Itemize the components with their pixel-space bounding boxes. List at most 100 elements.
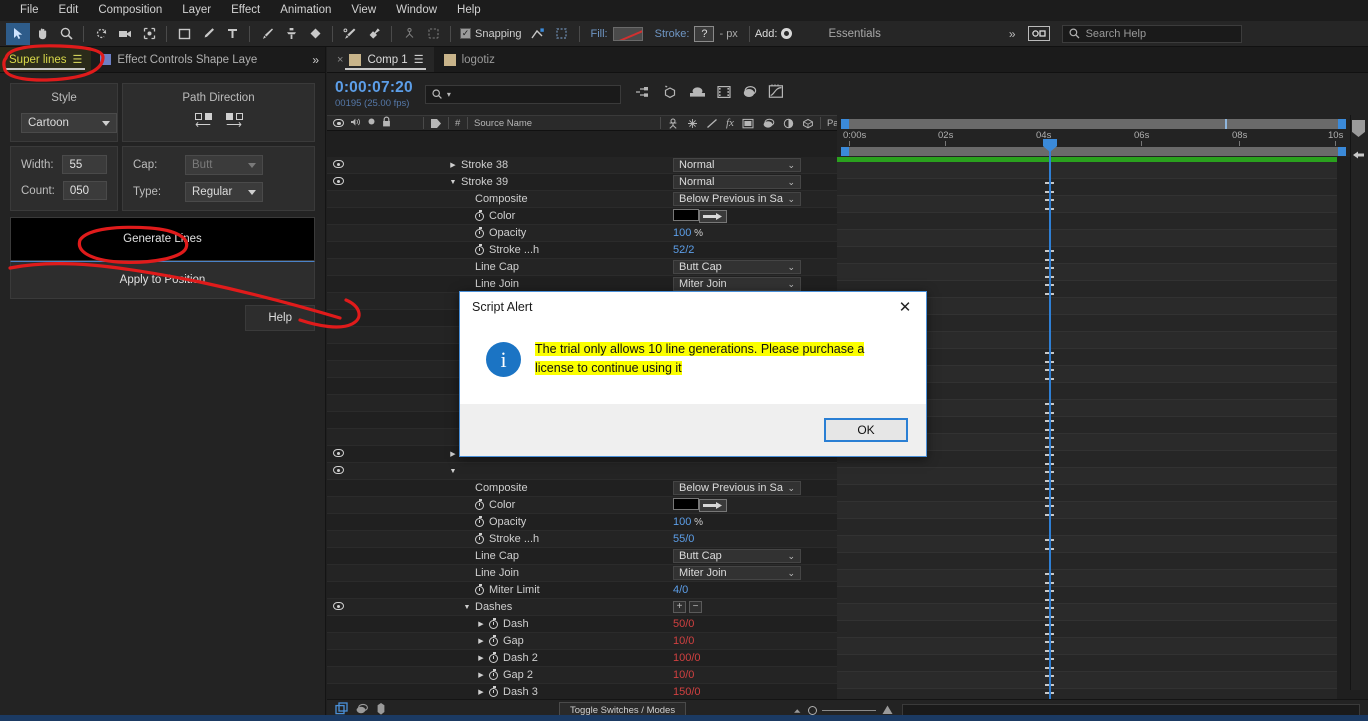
shape-mask-tool-icon[interactable] — [421, 23, 445, 45]
eye-icon[interactable] — [327, 176, 349, 188]
eye-icon[interactable] — [327, 465, 349, 477]
eye-icon[interactable] — [327, 601, 349, 613]
menu-item-animation[interactable]: Animation — [270, 0, 341, 21]
table-row[interactable]: Miter Limit 4/0 — [327, 582, 837, 599]
add-dash-button[interactable]: + — [673, 601, 686, 613]
table-row[interactable]: ▶ Gap 10/0 — [327, 633, 837, 650]
color-swatch[interactable] — [673, 497, 699, 510]
stopwatch-icon[interactable] — [489, 669, 498, 680]
workspace-name[interactable]: Essentials — [828, 28, 880, 40]
tab-effect-controls[interactable]: Effect Controls Shape Laye — [91, 47, 266, 72]
numeric-value[interactable]: 50/0 — [673, 618, 694, 630]
graph-row[interactable] — [837, 213, 1337, 230]
graph-row[interactable] — [837, 468, 1337, 485]
value-dropdown[interactable]: Miter Join ⌄ — [673, 566, 801, 580]
puppet-pin-tool-icon[interactable] — [362, 23, 386, 45]
twirl-right-icon[interactable]: ▶ — [445, 161, 461, 169]
twirl-right-icon[interactable]: ▶ — [473, 654, 489, 662]
zoom-knob[interactable] — [808, 706, 818, 715]
apply-to-position-button[interactable]: Apply to Position — [10, 261, 315, 299]
work-area-end-handle-2[interactable] — [1338, 147, 1346, 156]
left-panel-expand-icon[interactable]: » — [304, 47, 325, 72]
help-button[interactable]: Help — [245, 305, 315, 331]
eye-icon[interactable] — [327, 448, 349, 460]
numeric-value[interactable]: 52/2 — [673, 244, 694, 256]
row-name[interactable]: Dash 2 — [489, 652, 673, 664]
stopwatch-icon[interactable] — [475, 533, 484, 544]
snap-vertex-icon[interactable] — [526, 23, 550, 45]
timeline-panel-menu-icon[interactable]: ☰ — [414, 53, 424, 66]
menu-item-view[interactable]: View — [341, 0, 386, 21]
twirl-right-icon[interactable]: ▶ — [473, 637, 489, 645]
value-dropdown[interactable]: Normal ⌄ — [673, 158, 801, 172]
row-value[interactable]: Miter Join ⌄ — [673, 277, 837, 291]
row-value[interactable]: Miter Join ⌄ — [673, 566, 837, 580]
table-row[interactable]: Opacity 100 % — [327, 514, 837, 531]
motion-blur-icon[interactable] — [717, 85, 731, 104]
roto-brush-tool-icon[interactable] — [338, 23, 362, 45]
mask-tool-icon[interactable] — [397, 23, 421, 45]
work-area-bar-top[interactable] — [841, 119, 1346, 129]
stopwatch-icon[interactable] — [475, 516, 484, 527]
pen-tool-icon[interactable] — [196, 23, 220, 45]
table-row[interactable]: Color — [327, 208, 837, 225]
row-value[interactable]: 100/0 — [673, 652, 837, 664]
stopwatch-icon[interactable] — [489, 635, 498, 646]
numeric-value[interactable]: 55/0 — [673, 533, 694, 545]
type-tool-icon[interactable] — [220, 23, 244, 45]
table-row[interactable]: Line Cap Butt Cap ⌄ — [327, 259, 837, 276]
graph-row[interactable] — [837, 638, 1337, 655]
close-icon[interactable]: × — [337, 54, 343, 66]
graph-row[interactable] — [837, 587, 1337, 604]
table-row[interactable]: Composite Below Previous in Sa ⌄ — [327, 480, 837, 497]
menu-item-file[interactable]: File — [10, 0, 49, 21]
twirl-down-icon[interactable]: ▼ — [445, 468, 461, 475]
work-area-bar-bottom[interactable] — [841, 147, 1346, 156]
stroke-control[interactable]: Stroke: ? - px — [649, 25, 744, 42]
playhead-line[interactable] — [1049, 145, 1051, 721]
row-name[interactable]: Stroke ...h — [475, 533, 673, 545]
row-value[interactable]: Below Previous in Sa ⌄ — [673, 192, 837, 206]
stopwatch-icon[interactable] — [475, 499, 484, 510]
graph-row[interactable] — [837, 502, 1337, 519]
graph-row[interactable] — [837, 247, 1337, 264]
row-name[interactable]: Dashes — [475, 601, 673, 613]
row-value[interactable] — [673, 497, 837, 513]
twirl-right-icon[interactable]: ▶ — [473, 620, 489, 628]
panel-menu-icon[interactable]: ☰ — [73, 53, 83, 66]
timecode-display[interactable]: 0:00:07:20 00195 (25.00 fps) — [335, 79, 413, 109]
stopwatch-icon[interactable] — [475, 584, 484, 595]
row-name[interactable]: Miter Limit — [475, 584, 673, 596]
stopwatch-icon[interactable] — [475, 210, 484, 221]
twirl-down-icon[interactable]: ▼ — [459, 604, 475, 611]
stopwatch-icon[interactable] — [475, 227, 484, 238]
row-value[interactable]: 150/0 — [673, 686, 837, 698]
row-value[interactable]: 4/0 — [673, 584, 837, 596]
row-name[interactable]: Opacity — [475, 516, 673, 528]
graph-row[interactable] — [837, 604, 1337, 621]
camera-tool-icon[interactable] — [113, 23, 137, 45]
row-value[interactable] — [673, 208, 837, 224]
twirl-right-icon[interactable]: ▶ — [473, 688, 489, 696]
table-row[interactable]: ▼ Stroke 39 Normal ⌄ — [327, 174, 837, 191]
ok-button[interactable]: OK — [824, 418, 908, 442]
row-name[interactable]: Opacity — [475, 227, 673, 239]
stroke-swatch[interactable]: ? — [694, 25, 715, 42]
value-dropdown[interactable]: Butt Cap ⌄ — [673, 260, 801, 274]
stroke-width-value[interactable]: - px — [719, 28, 737, 40]
graph-row[interactable] — [837, 264, 1337, 281]
graph-row[interactable] — [837, 162, 1337, 179]
work-area-start-handle-2[interactable] — [841, 147, 849, 156]
source-name-header[interactable]: Source Name — [468, 118, 660, 129]
fill-swatch[interactable] — [612, 26, 643, 41]
add-control[interactable]: Add: — [755, 28, 793, 40]
timeline-ruler[interactable]: 0:00s 02s 04s 06s 08s 10s — [837, 115, 1368, 157]
row-name[interactable]: Line Join — [475, 567, 673, 579]
pan-behind-tool-icon[interactable] — [137, 23, 161, 45]
row-name[interactable]: Composite — [475, 482, 673, 494]
snapping-checkbox[interactable]: ✓ Snapping — [456, 28, 526, 40]
row-value[interactable]: Normal ⌄ — [673, 175, 837, 189]
row-value[interactable]: 55/0 — [673, 533, 837, 545]
work-area-end-handle[interactable] — [1338, 119, 1346, 129]
graph-row[interactable] — [837, 621, 1337, 638]
